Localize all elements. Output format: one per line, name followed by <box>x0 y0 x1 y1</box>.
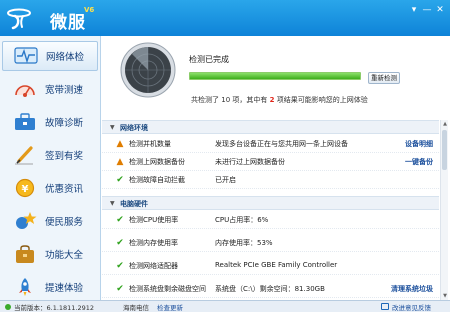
check-name: 检测CPU使用率 <box>129 216 179 224</box>
coin-icon: ¥ <box>12 177 38 199</box>
current-version: 当前版本：6.1.1811.2912 <box>14 304 95 312</box>
result-row: ✔ 检测内存使用率 内存使用率：53% <box>102 234 439 252</box>
sidebar-item-checkin-reward[interactable]: 签到有奖 <box>2 140 98 170</box>
check-result: 系统盘（C:\）剩余空间：81.30GB <box>215 285 325 293</box>
one-click-backup-link[interactable]: 一键备份 <box>405 157 433 167</box>
result-row: ▲ 检测并机数量 发现多台设备正在与您共用网一条上网设备 设备明细 <box>102 135 439 153</box>
app-title: 微服 <box>50 13 86 33</box>
result-row: ▲ 检测上网数据备份 未进行过上网数据备份 一键备份 <box>102 153 439 171</box>
check-result: 已开启 <box>215 176 236 184</box>
check-name: 检测故障自动拦截 <box>129 176 185 184</box>
rescan-button[interactable]: 重新检测 <box>368 72 400 84</box>
check-name: 检测并机数量 <box>129 140 171 148</box>
results-scrollbar[interactable]: ▲ ▼ <box>440 120 448 300</box>
sidebar-item-fault-diagnosis[interactable]: 故障诊断 <box>2 107 98 137</box>
check-icon: ✔ <box>116 261 124 271</box>
rocket-icon <box>12 276 38 298</box>
result-row: ✔ 检测网络适配器 Realtek PCIe GBE Family Contro… <box>102 257 439 275</box>
check-result: Realtek PCIe GBE Family Controller <box>215 261 338 269</box>
scan-progress-fill <box>190 73 360 79</box>
sidebar-item-public-services[interactable]: 便民服务 <box>2 206 98 236</box>
summary-prefix: 共检测了 <box>191 96 219 104</box>
check-name: 检测系统盘剩余磁盘空间 <box>129 285 206 293</box>
check-result: 发现多台设备正在与您共用网一条上网设备 <box>215 140 348 148</box>
feedback-icon[interactable] <box>381 303 389 310</box>
section-header-network[interactable]: ▼ 网络环境 <box>102 120 439 134</box>
sidebar-item-network-checkup[interactable]: 网络体检 <box>2 41 98 71</box>
summary-total-count: 10 <box>221 96 231 104</box>
warning-icon: ▲ <box>116 157 124 167</box>
sidebar-item-label: 便民服务 <box>45 217 84 228</box>
check-update-link[interactable]: 检查更新 <box>157 302 183 312</box>
collapse-arrow-icon: ▼ <box>110 200 115 207</box>
check-name: 检测网络适配器 <box>129 262 178 270</box>
star-service-icon <box>12 210 38 232</box>
title-bar: 微服 V6 ▾ — ✕ <box>0 0 450 36</box>
status-bar: 当前版本：6.1.1811.2912 海南电信 检查更新 改进意见反馈 <box>0 300 450 312</box>
results-panel: ▼ 网络环境 ▲ 检测并机数量 发现多台设备正在与您共用网一条上网设备 设备明细… <box>102 120 439 300</box>
check-name: 检测内存使用率 <box>129 239 178 247</box>
device-details-link[interactable]: 设备明细 <box>405 139 433 149</box>
scroll-thumb[interactable] <box>442 130 447 170</box>
check-result: 未进行过上网数据备份 <box>215 158 285 166</box>
sidebar: 网络体检 宽带测速 故障诊断 签到有奖 ¥ 优惠资讯 便民服务 功能大全 提速体… <box>0 36 101 300</box>
clean-system-junk-link[interactable]: 清理系统垃圾 <box>391 284 433 294</box>
section-header-hardware[interactable]: ▼ 电脑硬件 <box>102 196 439 210</box>
sidebar-item-speed-test[interactable]: 宽带测速 <box>2 74 98 104</box>
sidebar-item-label: 功能大全 <box>45 250 84 261</box>
pen-checkin-icon <box>12 144 38 166</box>
check-icon: ✔ <box>116 175 124 185</box>
result-row: ✔ 检测CPU使用率 CPU占用率：6% <box>102 211 439 229</box>
scan-summary: 共检测了 10 项，其中有 2 项结果可能影响您的上网体验 <box>191 95 368 105</box>
sidebar-item-label: 宽带测速 <box>45 85 84 96</box>
result-row: ✔ 检测故障自动拦截 已开启 <box>102 171 439 189</box>
summary-issue-count: 2 <box>269 96 275 104</box>
sidebar-item-label: 网络体检 <box>46 52 85 63</box>
sidebar-item-all-features[interactable]: 功能大全 <box>2 239 98 269</box>
close-icon[interactable]: ✕ <box>434 4 446 16</box>
isp-label: 海南电信 <box>123 304 149 312</box>
section-title: 网络环境 <box>120 124 148 132</box>
radar-icon <box>120 42 176 98</box>
version-badge: V6 <box>84 6 95 14</box>
sidebar-item-label: 提速体验 <box>45 283 84 294</box>
feedback-link[interactable]: 改进意见反馈 <box>392 302 431 312</box>
summary-suffix: 项结果可能影响您的上网体验 <box>276 96 368 104</box>
bag-icon <box>12 243 38 265</box>
toolbox-icon <box>12 111 38 133</box>
section-title: 电脑硬件 <box>120 200 148 208</box>
result-row: ✔ 检测系统盘剩余磁盘空间 系统盘（C:\）剩余空间：81.30GB 清理系统垃… <box>102 280 439 298</box>
scan-status-title: 检测已完成 <box>189 55 229 64</box>
check-icon: ✔ <box>116 215 124 225</box>
summary-middle: 项，其中有 <box>232 96 268 104</box>
check-result: CPU占用率：6% <box>215 216 269 224</box>
menu-dropdown-icon[interactable]: ▾ <box>408 4 420 16</box>
sidebar-item-label: 故障诊断 <box>45 118 84 129</box>
collapse-arrow-icon: ▼ <box>110 124 115 131</box>
sidebar-item-speedup-trial[interactable]: 提速体验 <box>2 272 98 302</box>
sidebar-item-promotions[interactable]: ¥ 优惠资讯 <box>2 173 98 203</box>
check-icon: ✔ <box>116 238 124 248</box>
minimize-icon[interactable]: — <box>421 4 433 16</box>
scroll-down-icon[interactable]: ▼ <box>441 292 449 300</box>
check-result: 内存使用率：53% <box>215 239 273 247</box>
check-icon: ✔ <box>116 284 124 294</box>
telecom-logo-icon <box>7 8 31 30</box>
scan-progress-bar <box>189 72 361 80</box>
scroll-up-icon[interactable]: ▲ <box>441 120 449 128</box>
heartbeat-monitor-icon <box>13 45 39 67</box>
sidebar-item-label: 优惠资讯 <box>45 184 84 195</box>
sidebar-item-label: 签到有奖 <box>45 151 84 162</box>
online-status-icon <box>5 304 11 310</box>
warning-icon: ▲ <box>116 139 124 149</box>
speedometer-icon <box>12 78 38 100</box>
check-name: 检测上网数据备份 <box>129 158 185 166</box>
svg-text:¥: ¥ <box>22 184 29 195</box>
